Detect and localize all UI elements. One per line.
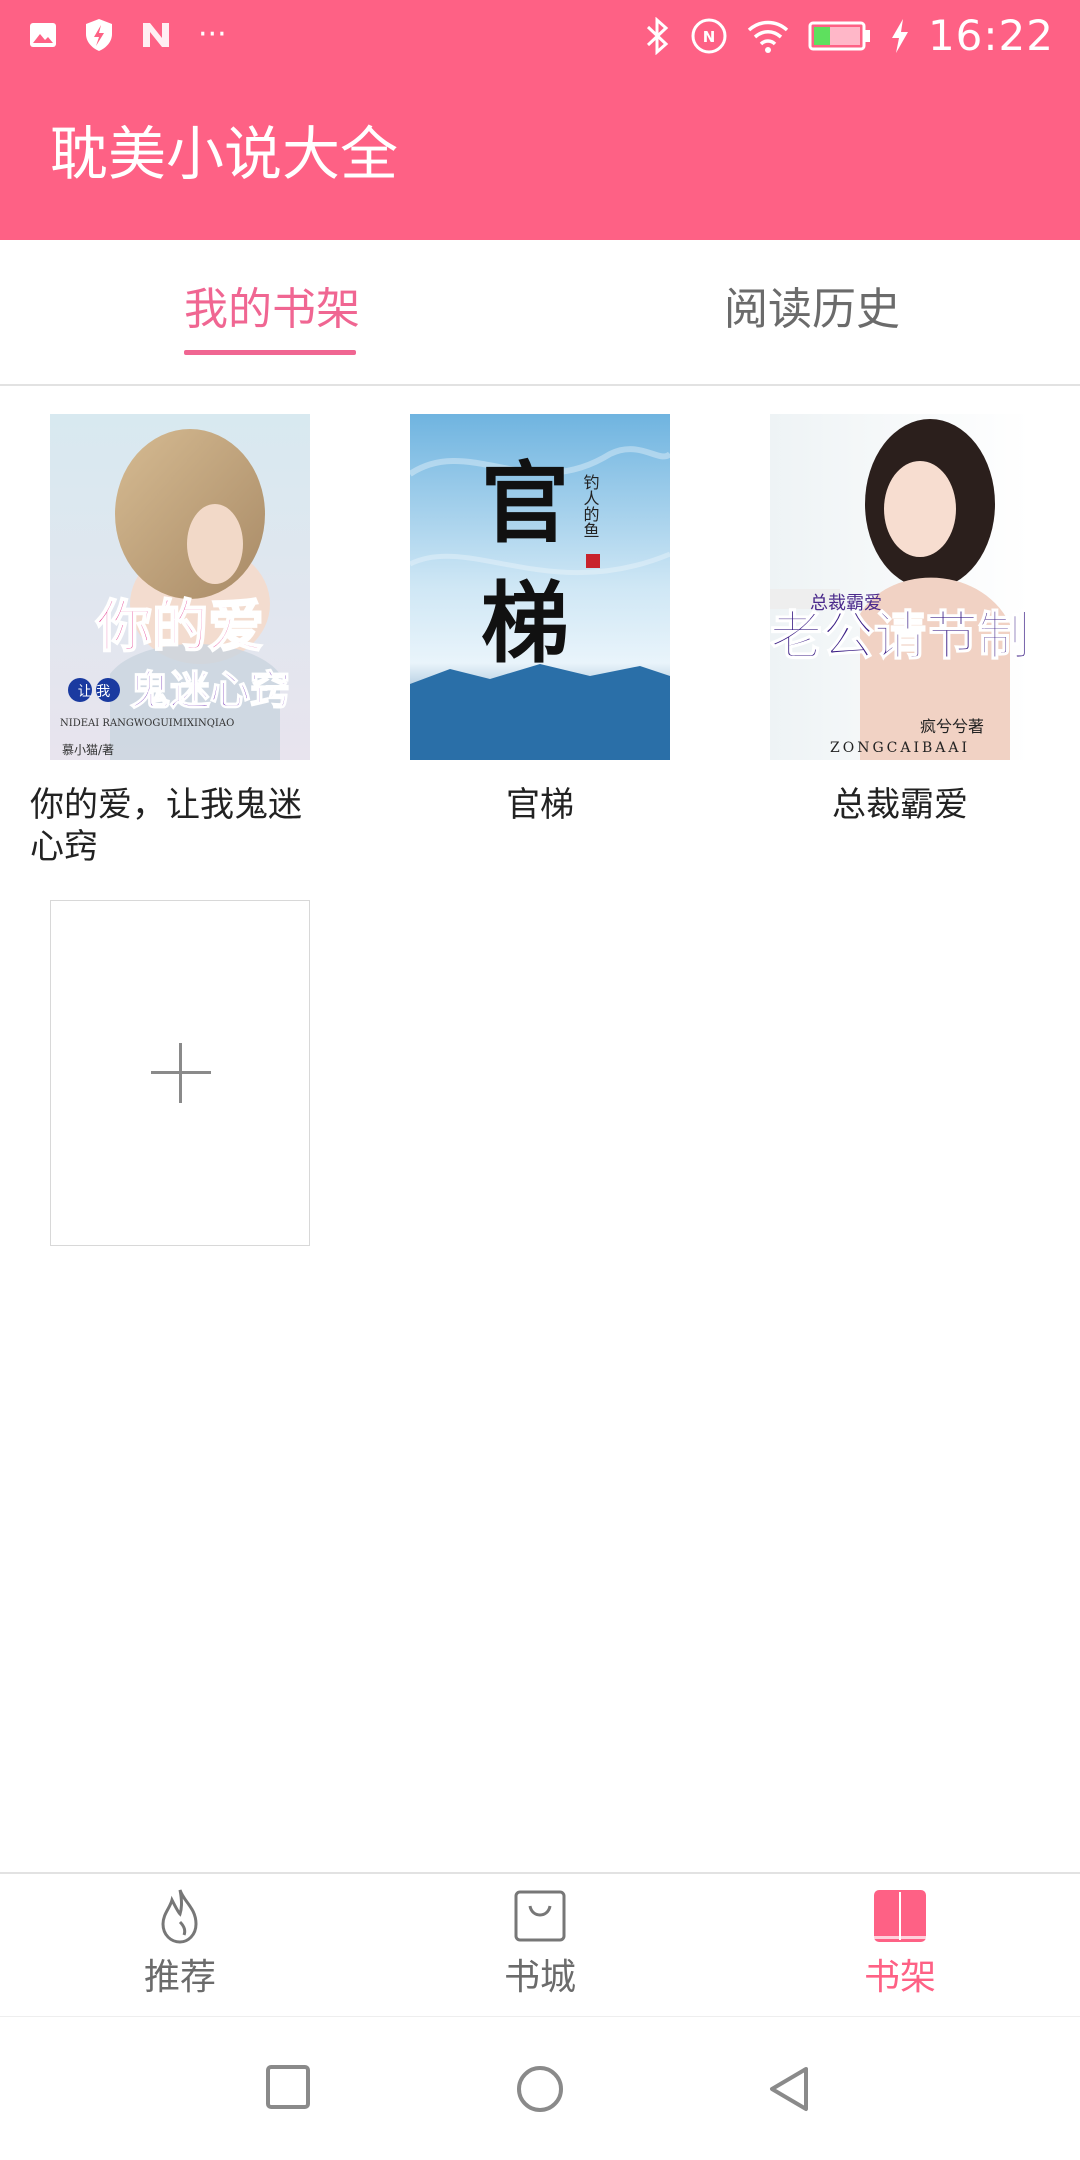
book-cover-art: 总裁霸爱 老公请节制 疯兮兮著 ZONGCAIBAAI — [770, 414, 1030, 760]
cover-title-main-1: 官 — [481, 451, 569, 555]
status-time: 16:22 — [927, 11, 1054, 60]
back-icon[interactable] — [762, 2061, 818, 2117]
bookshelf-icon — [874, 1890, 926, 1942]
book-cover[interactable]: 总裁霸爱 老公请节制 疯兮兮著 ZONGCAIBAAI — [770, 414, 1030, 760]
book-title[interactable]: 官梯 — [390, 784, 690, 826]
book-title-line: 心窍 — [30, 827, 98, 867]
nav-label: 书架 — [863, 1957, 936, 1998]
cover-title-small: 让 我 — [78, 684, 110, 700]
cover-title-main-2: 梯 — [481, 571, 569, 675]
cover-author: 疯兮兮著 — [920, 717, 984, 736]
book-cover[interactable]: 你的爱 让 我 鬼迷心窍 NIDEAI RANGWOGUIMIXINQIAO 慕… — [50, 414, 310, 760]
bottom-nav: 推荐 书城 书架 — [0, 1872, 1080, 2018]
book-cover-art: 你的爱 让 我 鬼迷心窍 NIDEAI RANGWOGUIMIXINQIAO 慕… — [50, 414, 310, 760]
cover-author: 钓人的鱼 — [581, 474, 600, 538]
tab-my-bookshelf[interactable]: 我的书架 — [184, 280, 360, 340]
status-right-icons: N 16:22 — [642, 12, 1054, 60]
nav-recommend[interactable]: 推荐 — [80, 1886, 280, 2002]
system-nav-bar — [0, 2016, 1080, 2160]
plus-icon — [151, 1043, 211, 1103]
add-book-button[interactable] — [50, 900, 310, 1246]
book-title[interactable]: 总裁霸爱 — [750, 784, 1050, 826]
home-icon[interactable] — [512, 2061, 568, 2117]
n-app-icon — [143, 23, 169, 47]
screen: ··· N 16:22 耽美小说大全 我的书架 阅读历史 你的爱 让 我 鬼迷心… — [0, 0, 1080, 2160]
app-title: 耽美小说大全 — [50, 120, 399, 188]
app-header: ··· N 16:22 耽美小说大全 — [0, 0, 1080, 240]
bluetooth-icon — [646, 17, 669, 55]
nav-label: 书城 — [503, 1957, 576, 1998]
more-dots-icon: ··· — [198, 17, 227, 52]
cover-title-main: 你的爱 — [95, 595, 264, 660]
cover-title-sub: 鬼迷心窍 — [130, 668, 290, 714]
tab-reading-history[interactable]: 阅读历史 — [724, 280, 900, 340]
image-icon — [30, 23, 56, 47]
battery-icon — [808, 21, 870, 51]
nav-bookstore[interactable]: 书城 — [440, 1886, 640, 2002]
shield-bolt-icon — [86, 19, 112, 51]
cover-pinyin: ZONGCAIBAAI — [830, 740, 970, 756]
flame-icon — [161, 1889, 198, 1944]
charging-bolt-icon — [891, 19, 908, 53]
shopping-bag-icon — [514, 1890, 566, 1942]
tab-bar: 我的书架 阅读历史 — [0, 240, 1080, 386]
cover-title-main: 老公请节制 — [770, 606, 1030, 667]
status-left-icons: ··· — [28, 18, 227, 52]
nfc-icon: N — [691, 18, 727, 54]
book-cover[interactable]: 官 梯 钓人的鱼 — [410, 414, 670, 760]
wifi-icon — [747, 20, 789, 53]
nav-label: 推荐 — [143, 1957, 216, 1998]
status-bar: ··· N 16:22 — [0, 0, 1080, 72]
book-cover-art: 官 梯 钓人的鱼 — [410, 414, 670, 760]
recent-apps-icon[interactable] — [262, 2061, 318, 2117]
cover-pinyin: NIDEAI RANGWOGUIMIXINQIAO — [60, 718, 234, 729]
nav-bookshelf[interactable]: 书架 — [800, 1886, 1000, 2002]
book-title[interactable]: 你的爱，让我鬼迷 心窍 — [30, 784, 330, 868]
svg-text:N: N — [703, 28, 716, 46]
book-title-line: 你的爱，让我鬼迷 — [30, 785, 302, 825]
cover-author: 慕小猫/著 — [62, 743, 114, 757]
tab-active-indicator — [184, 350, 356, 355]
